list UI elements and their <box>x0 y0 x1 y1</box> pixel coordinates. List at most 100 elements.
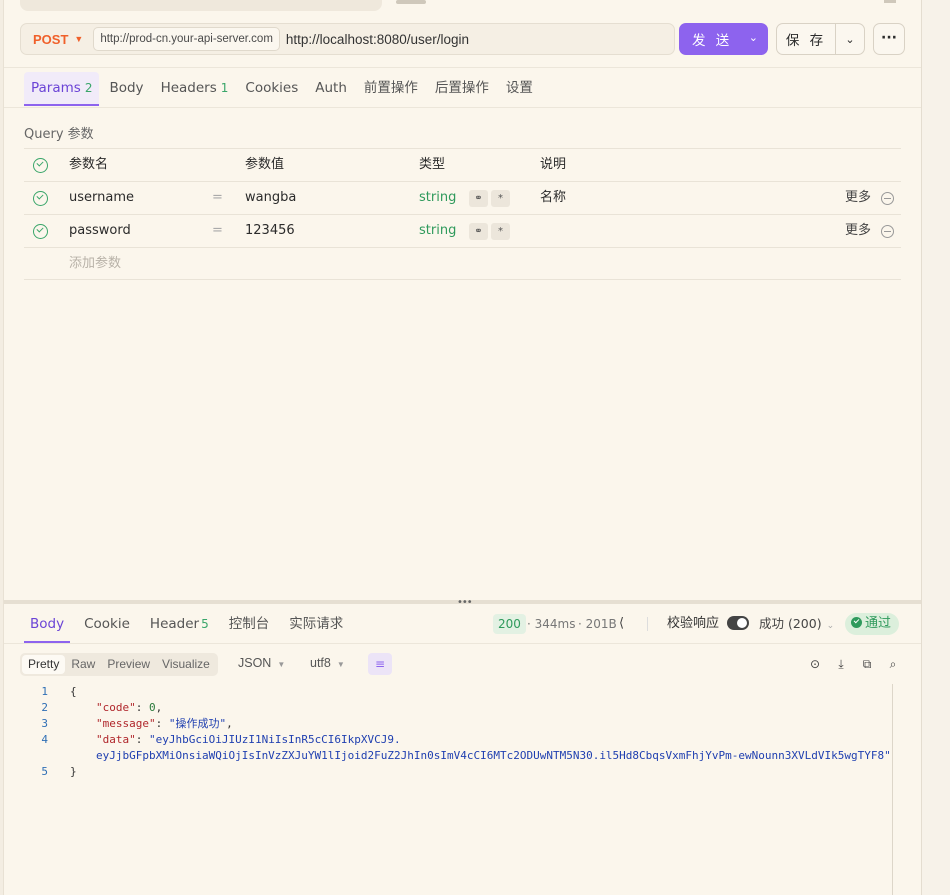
table-row: username = wangba string ⚭ * 名称 更多 <box>24 181 901 214</box>
chevron-down-icon: ▼ <box>277 660 286 669</box>
code-punct: } <box>70 765 77 778</box>
send-button[interactable]: 发 送 ⌄ <box>679 23 768 55</box>
remove-row-icon[interactable] <box>881 225 894 238</box>
code-line: 5} <box>24 764 894 780</box>
result-select[interactable]: 成功 (200) ⌄ <box>759 614 834 634</box>
code-text: { <box>70 684 77 700</box>
link-icon[interactable]: ⚭ <box>469 190 488 207</box>
query-params-label: Query 参数 <box>24 127 94 142</box>
link-icon[interactable]: ⚭ <box>469 223 488 240</box>
code-text: "code": 0, <box>96 700 162 716</box>
row-more-link[interactable]: 更多 <box>845 182 871 214</box>
tab-label: Body <box>30 616 65 632</box>
view-raw[interactable]: Raw <box>65 655 101 674</box>
column-header-type: 类型 <box>419 157 446 172</box>
view-pretty[interactable]: Pretty <box>22 655 66 674</box>
response-body-code[interactable]: 1{2 "code": 0, 3 "message": "操作成功", 4 "data":… <box>24 684 894 780</box>
column-header-name: 参数名 <box>69 157 109 172</box>
status-code-badge: 200 <box>493 614 526 634</box>
left-gutter <box>0 0 4 895</box>
search-icon[interactable]: ⌕ <box>885 656 901 672</box>
view-visualize[interactable]: Visualize <box>156 655 216 674</box>
remove-row-icon[interactable] <box>881 192 894 205</box>
tab-label: Headers <box>160 80 217 96</box>
tab-body[interactable]: Body <box>102 72 150 106</box>
json-comma: , <box>155 701 163 714</box>
view-preview[interactable]: Preview <box>101 655 156 674</box>
share-icon[interactable]: ⟨ <box>619 614 624 634</box>
code-line: 3 "message": "操作成功", <box>24 716 894 732</box>
code-line: 2 "code": 0, <box>24 700 894 716</box>
param-type[interactable]: string <box>419 182 456 214</box>
code-text: "data": "eyJhbGciOiJIUzI1NiIsInR5cCI6Ikp… <box>96 732 401 748</box>
tab-设置[interactable]: 设置 <box>499 72 540 106</box>
json-comma: , <box>226 717 233 730</box>
required-icon[interactable]: * <box>491 190 510 207</box>
table-row: password = 123456 string ⚭ * 更多 <box>24 214 901 247</box>
tab-params[interactable]: Params 2 <box>24 72 100 106</box>
chevron-down-icon: ⌄ <box>826 621 835 631</box>
save-label: 保 存 <box>785 33 827 49</box>
result-select-label: 成功 (200) <box>759 616 822 631</box>
chevron-down-icon[interactable]: ⌄ <box>749 31 758 44</box>
tab-label: 后置操作 <box>434 80 489 96</box>
response-tab-0[interactable]: Body <box>24 608 71 643</box>
row-more-link[interactable]: 更多 <box>845 215 871 247</box>
tab-cookies[interactable]: Cookies <box>238 72 305 106</box>
more-options-button[interactable]: ··· <box>873 23 905 55</box>
response-tab-3[interactable]: 控制台 <box>223 608 276 643</box>
copy-icon[interactable]: ⧉ <box>859 656 875 672</box>
format-label: JSON <box>238 656 272 670</box>
method-select[interactable]: POST ▼ <box>21 32 93 47</box>
tab-count-badge: 1 <box>220 81 229 95</box>
drag-grip-icon[interactable]: ••• <box>457 597 473 608</box>
json-colon: : <box>155 717 169 730</box>
line-number: 1 <box>41 685 48 698</box>
tab-auth[interactable]: Auth <box>308 72 354 106</box>
download-icon[interactable]: ⤓ <box>833 656 849 672</box>
code-text: eyJjbGFpbXMiOnsiaWQiOjIsInVzZXJuYW1lIjoi… <box>96 748 891 764</box>
word-wrap-icon[interactable]: ≡ <box>368 653 392 675</box>
response-tab-4[interactable]: 实际请求 <box>283 608 349 643</box>
request-tabs: Params 2 Body Headers 1 Cookies Auth 前置操作 后置操作 设置 <box>24 72 543 108</box>
validate-response-toggle[interactable] <box>727 616 749 630</box>
add-param-row: 添加参数 <box>24 247 901 280</box>
response-tab-2[interactable]: Header 5 <box>144 608 215 643</box>
param-type[interactable]: string <box>419 215 456 247</box>
save-button[interactable]: 保 存 ⌄ <box>776 23 865 55</box>
upload-icon[interactable]: ⊙ <box>807 656 823 672</box>
url-input[interactable]: http://localhost:8080/user/login <box>286 32 469 47</box>
code-text: "message": "操作成功", <box>96 716 233 732</box>
check-circle-icon <box>851 617 862 628</box>
top-tab-strip-fragment <box>396 0 426 4</box>
param-desc[interactable]: 名称 <box>540 182 566 214</box>
add-param-input[interactable]: 添加参数 <box>69 248 121 280</box>
top-tab-strip <box>20 0 382 11</box>
validate-response-label: 校验响应 <box>667 616 720 631</box>
env-prefix[interactable]: http://prod-cn.your-api-server.com <box>93 27 280 51</box>
chevron-down-icon[interactable]: ⌄ <box>836 33 864 46</box>
param-name[interactable]: password <box>69 215 131 247</box>
divider <box>4 643 921 644</box>
scrollbar[interactable] <box>892 684 893 895</box>
tab-label: Params <box>31 80 81 96</box>
row-checkbox[interactable] <box>33 224 48 239</box>
required-icon[interactable]: * <box>491 223 510 240</box>
row-checkbox[interactable] <box>33 191 48 206</box>
format-select[interactable]: JSON ▼ <box>238 656 285 670</box>
tab-前置操作[interactable]: 前置操作 <box>357 72 425 106</box>
tab-label: Body <box>109 80 144 96</box>
response-tab-1[interactable]: Cookie <box>78 608 136 643</box>
table-header-row: 参数名 参数值 类型 说明 <box>24 148 901 181</box>
encoding-select[interactable]: utf8 ▼ <box>310 656 345 670</box>
tab-后置操作[interactable]: 后置操作 <box>428 72 496 106</box>
tab-headers[interactable]: Headers 1 <box>154 72 236 106</box>
code-line: eyJjbGFpbXMiOnsiaWQiOjIsInVzZXJuYW1lIjoi… <box>24 748 894 764</box>
param-value[interactable]: 123456 <box>245 215 295 247</box>
column-header-value: 参数值 <box>245 157 285 172</box>
response-tabs: Body Cookie Header 5 控制台 实际请求 <box>24 608 357 644</box>
tab-label: 控制台 <box>228 616 270 632</box>
param-value[interactable]: wangba <box>245 182 296 214</box>
param-name[interactable]: username <box>69 182 134 214</box>
select-all-checkbox[interactable] <box>33 158 48 173</box>
